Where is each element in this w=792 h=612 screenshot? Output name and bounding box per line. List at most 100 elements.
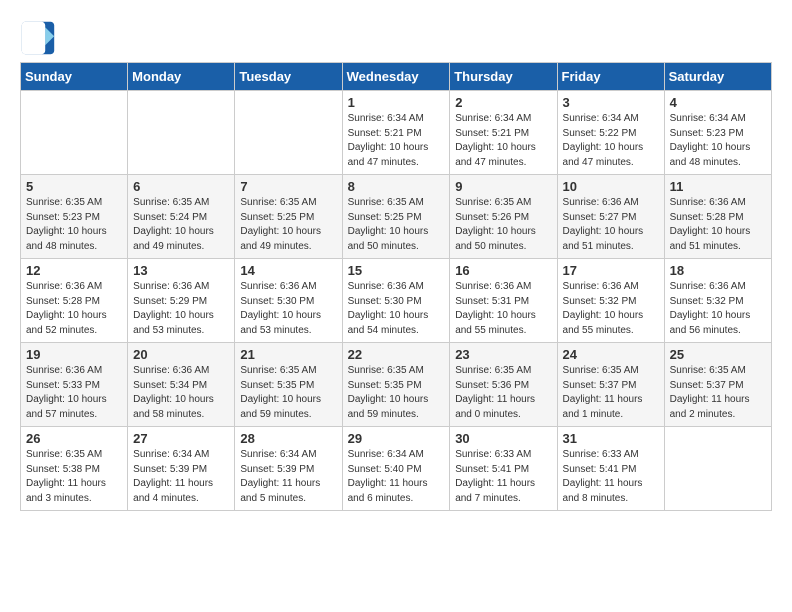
day-number: 9 [455, 179, 551, 194]
day-number: 8 [348, 179, 445, 194]
day-number: 28 [240, 431, 336, 446]
day-number: 27 [133, 431, 229, 446]
day-info: Sunrise: 6:34 AM Sunset: 5:22 PM Dayligh… [563, 112, 659, 170]
calendar-cell: 6Sunrise: 6:35 AM Sunset: 5:24 PM Daylig… [128, 175, 235, 259]
calendar-cell: 9 Sunrise: 6:35 AM Sunset: 5:26 PM Daylig… [450, 175, 557, 259]
day-info: Sunrise: 6:35 AM Sunset: 5:36 PM Dayligh… [455, 364, 551, 422]
day-number: 16 [455, 263, 551, 278]
calendar-cell: 30 Sunrise: 6:33 AM Sunset: 5:41 PM Dayli… [450, 427, 557, 511]
calendar-cell: 4 Sunrise: 6:34 AM Sunset: 5:23 PM Daylig… [664, 91, 771, 175]
day-info: Sunrise: 6:36 AM Sunset: 5:27 PM Dayligh… [563, 196, 659, 254]
calendar-cell: 8 Sunrise: 6:35 AM Sunset: 5:25 PM Daylig… [342, 175, 450, 259]
day-info: Sunrise: 6:36 AM Sunset: 5:33 PM Dayligh… [26, 364, 122, 422]
day-info: Sunrise: 6:36 AM Sunset: 5:32 PM Dayligh… [670, 280, 766, 338]
day-number: 24 [563, 347, 659, 362]
calendar-cell: 28Sunrise: 6:34 AM Sunset: 5:39 PM Dayli… [235, 427, 342, 511]
calendar-cell: 20 Sunrise: 6:36 AM Sunset: 5:34 PM Dayli… [128, 343, 235, 427]
day-info: Sunrise: 6:35 AM Sunset: 5:25 PM Dayligh… [348, 196, 445, 254]
day-info: Sunrise: 6:35 AM Sunset: 5:35 PM Dayligh… [240, 364, 336, 422]
logo [20, 20, 60, 56]
header [20, 20, 772, 56]
day-info: Sunrise: 6:36 AM Sunset: 5:28 PM Dayligh… [670, 196, 766, 254]
day-info: Sunrise: 6:36 AM Sunset: 5:30 PM Dayligh… [240, 280, 336, 338]
day-info: Sunrise: 6:36 AM Sunset: 5:32 PM Dayligh… [563, 280, 659, 338]
day-number: 18 [670, 263, 766, 278]
weekday-header-friday: Friday [557, 63, 664, 91]
weekday-header-sunday: Sunday [21, 63, 128, 91]
day-info: Sunrise: 6:35 AM Sunset: 5:26 PM Dayligh… [455, 196, 551, 254]
day-number: 4 [670, 95, 766, 110]
day-info: Sunrise: 6:34 AM Sunset: 5:23 PM Dayligh… [670, 112, 766, 170]
day-number: 3 [563, 95, 659, 110]
day-info: Sunrise: 6:36 AM Sunset: 5:28 PM Dayligh… [26, 280, 122, 338]
day-info: Sunrise: 6:35 AM Sunset: 5:37 PM Dayligh… [563, 364, 659, 422]
day-info: Sunrise: 6:33 AM Sunset: 5:41 PM Dayligh… [563, 448, 659, 506]
day-number: 5 [26, 179, 122, 194]
calendar-cell: 29 Sunrise: 6:34 AM Sunset: 5:40 PM Dayli… [342, 427, 450, 511]
week-row-1: 1 Sunrise: 6:34 AM Sunset: 5:21 PM Daylig… [21, 91, 772, 175]
calendar-cell: 25 Sunrise: 6:35 AM Sunset: 5:37 PM Dayli… [664, 343, 771, 427]
calendar-cell: 23 Sunrise: 6:35 AM Sunset: 5:36 PM Dayli… [450, 343, 557, 427]
day-number: 1 [348, 95, 445, 110]
weekday-header-saturday: Saturday [664, 63, 771, 91]
calendar-cell: 22 Sunrise: 6:35 AM Sunset: 5:35 PM Dayli… [342, 343, 450, 427]
week-row-2: 5Sunrise: 6:35 AM Sunset: 5:23 PM Daylig… [21, 175, 772, 259]
day-number: 30 [455, 431, 551, 446]
day-info: Sunrise: 6:35 AM Sunset: 5:38 PM Dayligh… [26, 448, 122, 506]
calendar-cell: 5Sunrise: 6:35 AM Sunset: 5:23 PM Daylig… [21, 175, 128, 259]
day-number: 29 [348, 431, 445, 446]
day-number: 7 [240, 179, 336, 194]
day-number: 22 [348, 347, 445, 362]
day-number: 10 [563, 179, 659, 194]
calendar-cell: 26 Sunrise: 6:35 AM Sunset: 5:38 PM Dayli… [21, 427, 128, 511]
day-number: 25 [670, 347, 766, 362]
calendar-cell: 12 Sunrise: 6:36 AM Sunset: 5:28 PM Dayli… [21, 259, 128, 343]
day-info: Sunrise: 6:34 AM Sunset: 5:21 PM Dayligh… [455, 112, 551, 170]
week-row-4: 19 Sunrise: 6:36 AM Sunset: 5:33 PM Dayli… [21, 343, 772, 427]
calendar-cell [21, 91, 128, 175]
day-info: Sunrise: 6:36 AM Sunset: 5:30 PM Dayligh… [348, 280, 445, 338]
day-number: 19 [26, 347, 122, 362]
calendar-cell [664, 427, 771, 511]
calendar-cell: 7 Sunrise: 6:35 AM Sunset: 5:25 PM Daylig… [235, 175, 342, 259]
calendar-cell: 11Sunrise: 6:36 AM Sunset: 5:28 PM Dayli… [664, 175, 771, 259]
weekday-header-thursday: Thursday [450, 63, 557, 91]
day-info: Sunrise: 6:35 AM Sunset: 5:35 PM Dayligh… [348, 364, 445, 422]
logo-icon [20, 20, 56, 56]
weekday-header-row: SundayMondayTuesdayWednesdayThursdayFrid… [21, 63, 772, 91]
page-container: SundayMondayTuesdayWednesdayThursdayFrid… [20, 20, 772, 511]
day-info: Sunrise: 6:34 AM Sunset: 5:21 PM Dayligh… [348, 112, 445, 170]
calendar-cell [235, 91, 342, 175]
day-number: 14 [240, 263, 336, 278]
calendar-cell: 10 Sunrise: 6:36 AM Sunset: 5:27 PM Dayli… [557, 175, 664, 259]
day-number: 2 [455, 95, 551, 110]
calendar-cell: 21Sunrise: 6:35 AM Sunset: 5:35 PM Dayli… [235, 343, 342, 427]
week-row-3: 12 Sunrise: 6:36 AM Sunset: 5:28 PM Dayli… [21, 259, 772, 343]
calendar-cell: 24 Sunrise: 6:35 AM Sunset: 5:37 PM Dayli… [557, 343, 664, 427]
day-info: Sunrise: 6:36 AM Sunset: 5:34 PM Dayligh… [133, 364, 229, 422]
day-number: 26 [26, 431, 122, 446]
day-info: Sunrise: 6:35 AM Sunset: 5:37 PM Dayligh… [670, 364, 766, 422]
weekday-header-tuesday: Tuesday [235, 63, 342, 91]
day-info: Sunrise: 6:33 AM Sunset: 5:41 PM Dayligh… [455, 448, 551, 506]
calendar-cell: 13Sunrise: 6:36 AM Sunset: 5:29 PM Dayli… [128, 259, 235, 343]
day-number: 31 [563, 431, 659, 446]
calendar-table: SundayMondayTuesdayWednesdayThursdayFrid… [20, 62, 772, 511]
calendar-cell: 2 Sunrise: 6:34 AM Sunset: 5:21 PM Daylig… [450, 91, 557, 175]
day-info: Sunrise: 6:35 AM Sunset: 5:25 PM Dayligh… [240, 196, 336, 254]
day-info: Sunrise: 6:35 AM Sunset: 5:24 PM Dayligh… [133, 196, 229, 254]
calendar-cell: 18 Sunrise: 6:36 AM Sunset: 5:32 PM Dayli… [664, 259, 771, 343]
calendar-cell: 3 Sunrise: 6:34 AM Sunset: 5:22 PM Daylig… [557, 91, 664, 175]
weekday-header-monday: Monday [128, 63, 235, 91]
day-info: Sunrise: 6:36 AM Sunset: 5:29 PM Dayligh… [133, 280, 229, 338]
day-number: 20 [133, 347, 229, 362]
day-info: Sunrise: 6:34 AM Sunset: 5:39 PM Dayligh… [133, 448, 229, 506]
day-number: 12 [26, 263, 122, 278]
day-number: 23 [455, 347, 551, 362]
calendar-cell: 31 Sunrise: 6:33 AM Sunset: 5:41 PM Dayli… [557, 427, 664, 511]
day-info: Sunrise: 6:36 AM Sunset: 5:31 PM Dayligh… [455, 280, 551, 338]
calendar-cell: 19 Sunrise: 6:36 AM Sunset: 5:33 PM Dayli… [21, 343, 128, 427]
day-number: 15 [348, 263, 445, 278]
day-info: Sunrise: 6:34 AM Sunset: 5:40 PM Dayligh… [348, 448, 445, 506]
week-row-5: 26 Sunrise: 6:35 AM Sunset: 5:38 PM Dayli… [21, 427, 772, 511]
